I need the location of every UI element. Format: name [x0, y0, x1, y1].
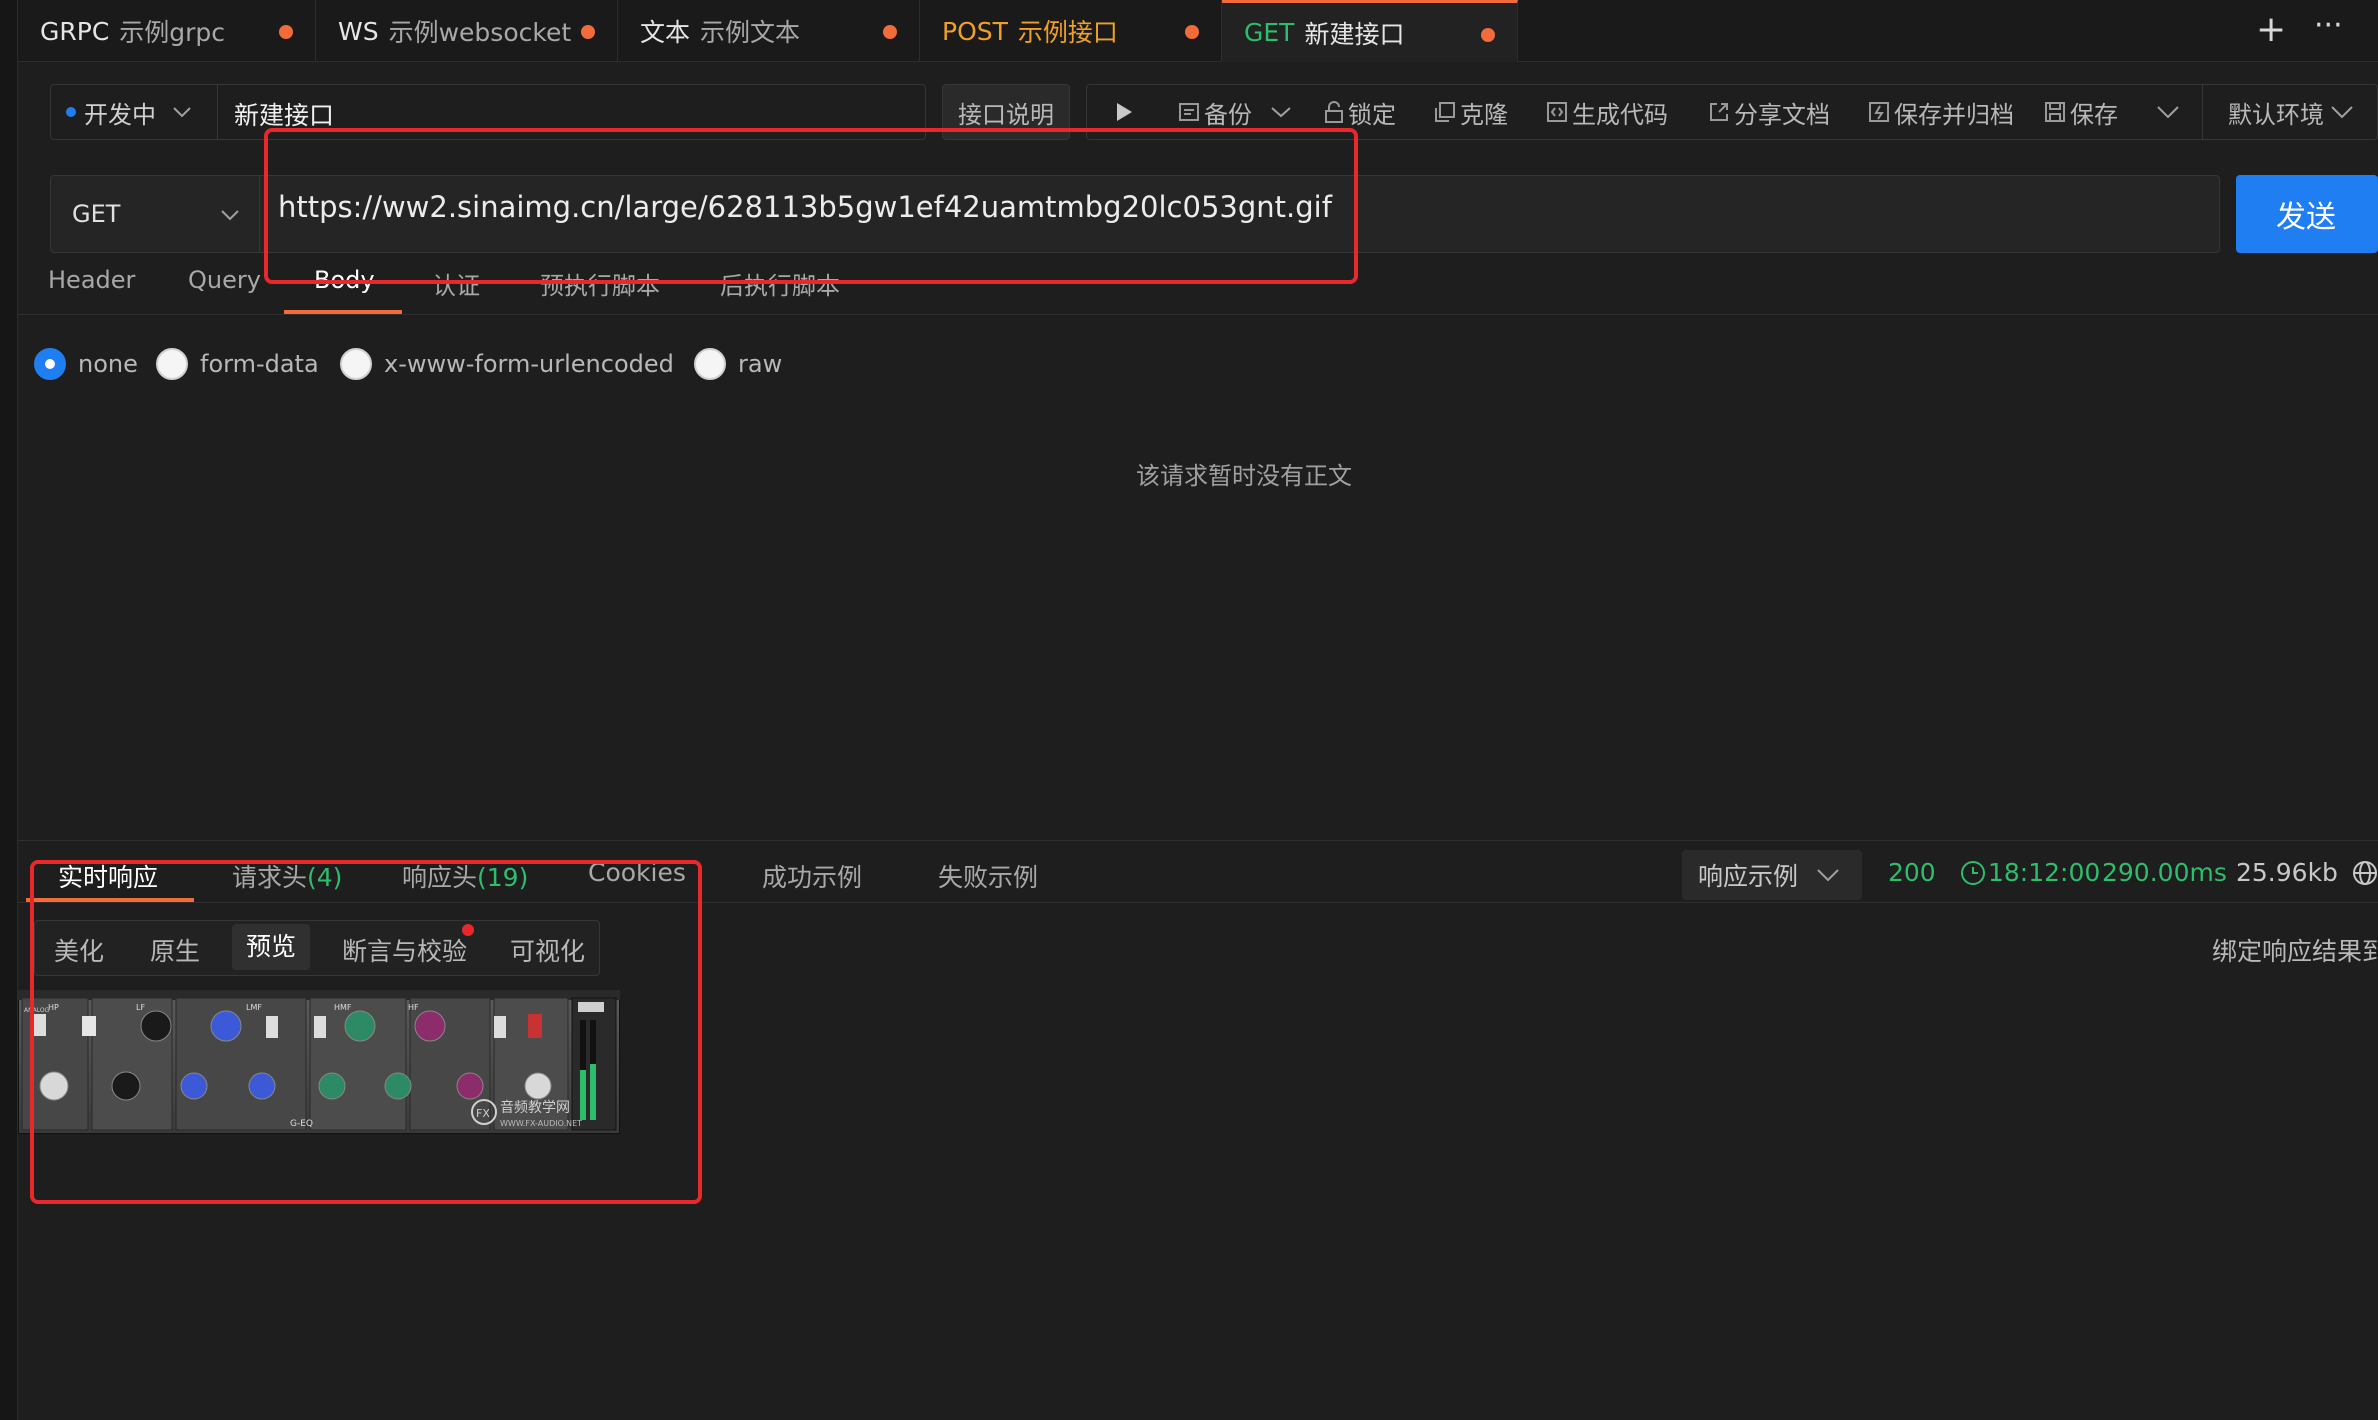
clone-label: 克隆 — [1460, 100, 1508, 129]
chevron-down-icon — [2157, 106, 2179, 119]
tab-success-example[interactable]: 成功示例 — [762, 858, 862, 894]
radio-raw[interactable]: raw — [694, 348, 782, 380]
api-name-input[interactable]: 新建接口 — [234, 96, 334, 132]
time-value: 18:12:00 — [1988, 858, 2101, 887]
tab-method: WS — [338, 16, 379, 46]
chevron-down-icon — [2331, 106, 2353, 119]
annotation-box-url — [264, 128, 1358, 284]
add-tab-icon[interactable]: + — [2256, 10, 2286, 50]
share-icon — [1710, 103, 1728, 121]
radio-circle — [340, 348, 372, 380]
radio-label: raw — [738, 350, 783, 378]
tab-header[interactable]: Header — [48, 266, 135, 294]
more-icon[interactable]: ··· — [2314, 6, 2343, 46]
archive-icon — [1869, 102, 1889, 122]
tab-label: 示例websocket — [388, 18, 572, 47]
chevron-down-icon — [1271, 107, 1291, 118]
backup-icon — [1179, 103, 1199, 121]
response-duration: 290.00ms — [2102, 858, 2227, 887]
tab-query[interactable]: Query — [188, 266, 261, 294]
radio-none[interactable]: none — [34, 348, 138, 380]
tab-fail-example[interactable]: 失败示例 — [938, 858, 1038, 894]
tab-method: GET — [1244, 18, 1295, 47]
save-archive-button[interactable]: 保存并归档 — [1868, 84, 2014, 140]
env-select[interactable]: 默认环境 — [2228, 84, 2358, 140]
response-size: 25.96kb — [2236, 858, 2338, 887]
status-code: 200 — [1888, 858, 1936, 887]
tab-text[interactable]: 文本 示例文本 — [618, 0, 920, 62]
divider — [18, 314, 2378, 315]
save-options-dropdown[interactable] — [2156, 84, 2184, 140]
method-label: GET — [72, 200, 121, 228]
status-label: 开发中 — [84, 100, 156, 129]
tab-grpc[interactable]: GRPC 示例grpc — [18, 0, 316, 62]
tab-get-new[interactable]: GET 新建接口 — [1222, 0, 1518, 62]
chevron-down-icon — [1817, 869, 1839, 882]
tab-label: 示例文本 — [700, 18, 801, 47]
radio-label: form-data — [200, 350, 319, 378]
unsaved-dot — [883, 25, 897, 39]
unsaved-dot — [581, 25, 595, 39]
save-archive-label: 保存并归档 — [1894, 100, 2014, 129]
chevron-down-icon — [173, 107, 191, 118]
code-icon — [1547, 102, 1567, 122]
radio-circle — [34, 348, 66, 380]
play-icon — [1117, 103, 1132, 121]
example-select-label: 响应示例 — [1698, 862, 1799, 891]
annotation-box-preview — [30, 860, 702, 1204]
status-dot — [66, 107, 76, 117]
bind-response-link[interactable]: 绑定响应结果到 — [2212, 932, 2378, 968]
lock-icon — [1325, 101, 1343, 123]
status-select[interactable]: 开发中 — [50, 84, 218, 140]
radio-urlencoded[interactable]: x-www-form-urlencoded — [340, 348, 674, 380]
send-button[interactable]: 发送 — [2236, 175, 2378, 253]
response-time: 18:12:00 — [1960, 858, 2100, 887]
generate-code-label: 生成代码 — [1572, 100, 1668, 129]
share-doc-button[interactable]: 分享文档 — [1708, 84, 1830, 140]
unsaved-dot — [279, 25, 293, 39]
share-doc-label: 分享文档 — [1734, 100, 1830, 129]
left-edge-bar — [0, 0, 18, 1420]
backup-label: 备份 — [1204, 100, 1252, 129]
radio-label: none — [78, 350, 138, 378]
empty-body-text: 该请求暂时没有正文 — [1136, 462, 1352, 490]
save-button[interactable]: 保存 — [2044, 84, 2118, 140]
radio-form-data[interactable]: form-data — [156, 348, 319, 380]
radio-label: x-www-form-urlencoded — [384, 350, 674, 378]
lock-label: 锁定 — [1348, 100, 1396, 129]
save-icon — [2045, 102, 2065, 122]
divider — [2202, 84, 2203, 140]
tab-label: 新建接口 — [1304, 19, 1405, 49]
save-label: 保存 — [2070, 100, 2118, 129]
clone-button[interactable]: 克隆 — [1434, 84, 1508, 140]
example-select[interactable]: 响应示例 — [1682, 850, 1862, 900]
tab-method: GRPC — [40, 16, 110, 46]
unsaved-dot — [1185, 25, 1199, 39]
tab-method: POST — [942, 16, 1008, 46]
method-select[interactable]: GET — [50, 175, 260, 253]
radio-circle — [694, 348, 726, 380]
chevron-down-icon — [221, 210, 239, 221]
tab-method: 文本 — [640, 18, 691, 47]
unsaved-dot — [1481, 28, 1495, 42]
tab-post-example[interactable]: POST 示例接口 — [920, 0, 1222, 62]
copy-icon — [1435, 102, 1455, 122]
env-label: 默认环境 — [2228, 100, 2324, 129]
radio-circle — [156, 348, 188, 380]
clock-icon — [1961, 860, 1985, 885]
tab-websocket[interactable]: WS 示例websocket — [316, 0, 618, 62]
globe-icon[interactable] — [2352, 860, 2378, 886]
tab-label: 示例grpc — [119, 18, 226, 47]
generate-code-button[interactable]: 生成代码 — [1546, 84, 1668, 140]
tab-label: 示例接口 — [1017, 18, 1118, 47]
